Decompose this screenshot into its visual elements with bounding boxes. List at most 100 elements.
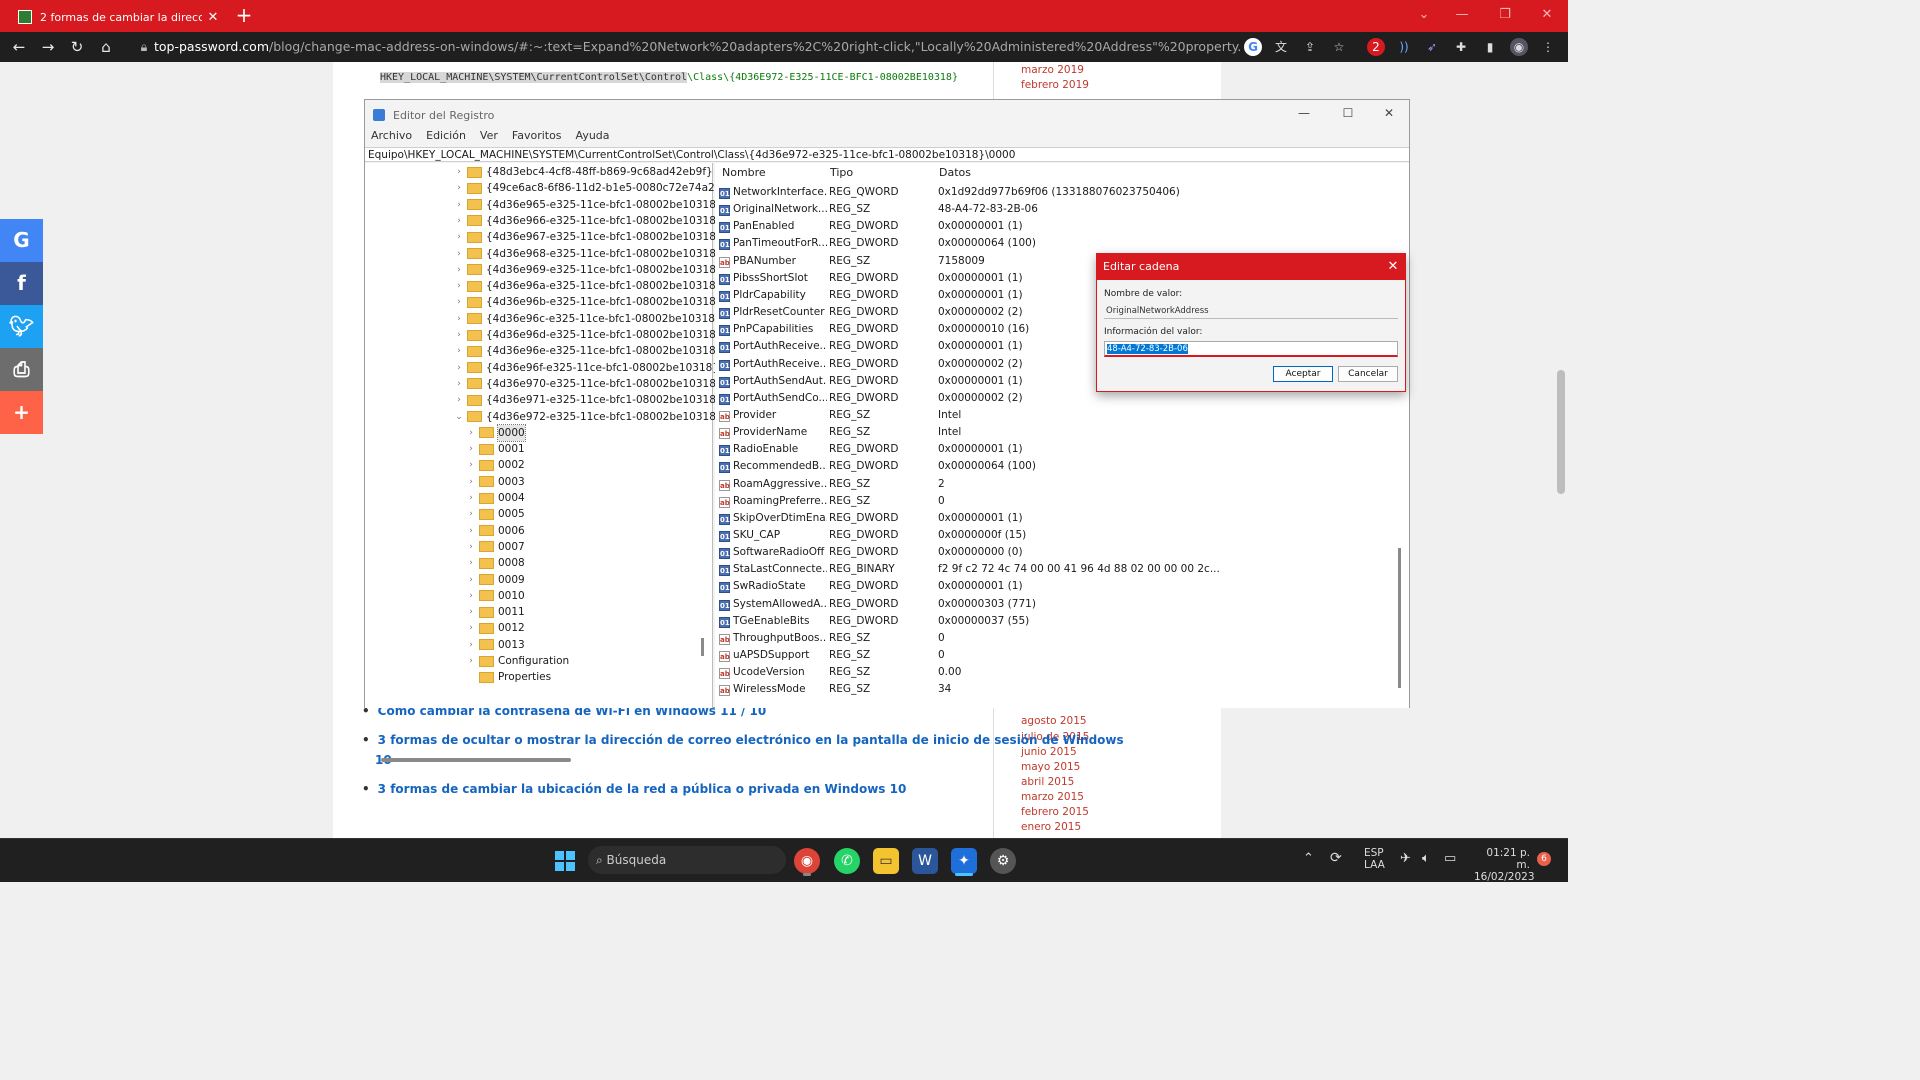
battery-icon[interactable]: ▭ (1444, 851, 1456, 866)
tree-key[interactable]: › {4d36e96d-e325-11ce-bfc1-08002be10318} (453, 327, 722, 343)
tree-subkey[interactable]: › 0011 (465, 604, 525, 620)
tree-subkey-selected[interactable]: › 0000 (465, 423, 526, 442)
registry-value-row[interactable]: 01 PanEnabled REG_DWORD 0x00000001 (1) (719, 218, 1399, 235)
expand-chevron-icon[interactable]: › (453, 213, 465, 229)
registry-value-row[interactable]: 01 TGeEnableBits REG_DWORD 0x00000037 (55) (719, 613, 1399, 630)
registry-value-row[interactable]: 01 SwRadioState REG_DWORD 0x00000001 (1) (719, 578, 1399, 595)
tree-subkey[interactable]: › 0012 (465, 620, 525, 636)
registry-value-row[interactable]: ab Provider REG_SZ Intel (719, 407, 1399, 424)
value-data-field[interactable]: 48-A4-72-83-2B-06 (1104, 341, 1398, 357)
regedit-maximize-button[interactable]: ☐ (1329, 100, 1367, 126)
tree-subkey[interactable]: Properties (465, 669, 551, 685)
registry-value-row[interactable]: 01 OriginalNetwork... REG_SZ 48-A4-72-83-2B… (719, 201, 1399, 218)
show-hidden-icons-chevron-icon[interactable]: ⌃ (1303, 851, 1314, 866)
close-tab-icon[interactable]: ✕ (202, 10, 224, 25)
page-scrollbar-thumb[interactable] (1557, 370, 1565, 494)
minimize-window-button[interactable]: — (1441, 0, 1483, 32)
expand-chevron-icon[interactable]: › (465, 523, 477, 539)
facebook-icon[interactable]: f (0, 262, 43, 305)
tree-key[interactable]: › {4d36e971-e325-11ce-bfc1-08002be10318} (453, 392, 722, 408)
expand-chevron-icon[interactable]: › (453, 229, 465, 245)
archive-link[interactable]: abril 2015 (1021, 776, 1074, 788)
registry-value-row[interactable]: ab RoamAggressive... REG_SZ 2 (719, 476, 1399, 493)
menu-archivo[interactable]: Archivo (371, 129, 412, 142)
expand-chevron-icon[interactable]: › (465, 490, 477, 506)
expand-chevron-icon[interactable]: › (465, 653, 477, 669)
expand-chevron-icon[interactable]: › (453, 180, 465, 196)
expand-chevron-icon[interactable]: › (465, 588, 477, 604)
expand-chevron-icon[interactable]: › (453, 164, 465, 180)
expand-chevron-icon[interactable]: › (453, 392, 465, 408)
registry-value-row[interactable]: 01 SystemAllowedA... REG_DWORD 0x00000303 (… (719, 596, 1399, 613)
twitter-icon[interactable]: 🐦︎ (0, 305, 43, 348)
extension-rocket-icon[interactable]: ➶ (1423, 38, 1441, 56)
expand-chevron-icon[interactable]: › (465, 457, 477, 473)
maximize-window-button[interactable]: ❐ (1484, 0, 1526, 32)
tree-horizontal-scrollbar[interactable] (381, 758, 571, 762)
archive-link[interactable]: marzo 2015 (1021, 791, 1084, 803)
tree-subkey[interactable]: › 0002 (465, 457, 525, 473)
expand-chevron-icon[interactable]: › (453, 262, 465, 278)
expand-chevron-icon[interactable]: › (465, 637, 477, 653)
file-explorer-icon[interactable]: ▭ (873, 848, 899, 874)
registry-tree[interactable]: › {48d3ebc4-4cf8-48ff-b869-9c68ad42eb9f} ›… (365, 163, 723, 762)
close-window-button[interactable]: ✕ (1526, 0, 1568, 32)
tree-key[interactable]: › {4d36e966-e325-11ce-bfc1-08002be10318} (453, 213, 722, 229)
plus-icon[interactable]: + (0, 391, 43, 434)
expand-chevron-icon[interactable]: › (465, 425, 477, 441)
column-header-tipo[interactable]: Tipo (830, 166, 853, 179)
registry-value-row[interactable]: 01 PortAuthSendCo... REG_DWORD 0x00000002 (… (719, 390, 1399, 407)
registry-value-row[interactable]: ab ThroughputBoos... REG_SZ 0 (719, 630, 1399, 647)
side-panel-icon[interactable]: ▮ (1481, 38, 1499, 56)
tree-key[interactable]: › {4d36e969-e325-11ce-bfc1-08002be10318} (453, 262, 722, 278)
regedit-close-button[interactable]: ✕ (1370, 100, 1408, 126)
settings-gear-icon[interactable]: ⚙ (990, 848, 1016, 874)
registry-values-list[interactable]: Nombre Tipo Datos 01 NetworkInterface... R… (715, 163, 1409, 708)
tree-subkey[interactable]: › 0005 (465, 506, 525, 522)
expand-chevron-icon[interactable]: › (453, 246, 465, 262)
accept-button[interactable]: Aceptar (1273, 366, 1333, 382)
google-icon[interactable]: G (0, 219, 43, 262)
archive-link[interactable]: enero 2015 (1021, 821, 1081, 833)
google-lens-icon[interactable]: G (1244, 38, 1262, 56)
registry-value-row[interactable]: 01 RecommendedB... REG_DWORD 0x00000064 (10… (719, 458, 1399, 475)
network-icon[interactable]: ✈ (1400, 851, 1411, 866)
expand-chevron-icon[interactable]: › (465, 539, 477, 555)
registry-address-bar[interactable]: Equipo\HKEY_LOCAL_MACHINE\SYSTEM\Current… (365, 147, 1409, 162)
extension-wave-icon[interactable]: )) (1395, 38, 1413, 56)
regedit-minimize-button[interactable]: — (1285, 100, 1323, 126)
new-tab-button[interactable]: + (232, 4, 256, 28)
language-indicator[interactable]: ESP LAA (1364, 847, 1385, 871)
expand-chevron-icon[interactable]: › (453, 327, 465, 343)
tree-key[interactable]: › {4d36e96c-e325-11ce-bfc1-08002be10318} (453, 311, 721, 327)
expand-chevron-icon[interactable]: › (453, 343, 465, 359)
tree-subkey[interactable]: › 0010 (465, 588, 525, 604)
tree-subkey[interactable]: › 0013 (465, 637, 525, 653)
related-post-link[interactable]: 3 formas de cambiar la ubicación de la r… (362, 782, 907, 796)
tree-subkey[interactable]: › 0003 (465, 474, 525, 490)
windows-start-icon[interactable] (555, 851, 575, 871)
registry-value-row[interactable]: 01 SKU_CAP REG_DWORD 0x0000000f (15) (719, 527, 1399, 544)
tree-subkey[interactable]: › 0009 (465, 572, 525, 588)
expand-chevron-icon[interactable]: › (453, 311, 465, 327)
bookmark-star-icon[interactable]: ☆ (1330, 38, 1348, 56)
browser-tab[interactable]: 2 formas de cambiar la dirección ✕ (8, 2, 224, 32)
registry-value-row[interactable]: 01 StaLastConnecte... REG_BINARY f2 9f c2 7… (719, 561, 1399, 578)
tree-key[interactable]: › {49ce6ac8-6f86-11d2-b1e5-0080c72e74a2} (453, 180, 721, 196)
taskbar-search[interactable]: ⌕ Búsqueda (588, 846, 786, 874)
tree-subkey[interactable]: › Configuration (465, 653, 569, 669)
archive-link[interactable]: junio 2015 (1021, 746, 1077, 758)
menu-edicion[interactable]: Edición (426, 129, 466, 142)
registry-value-row[interactable]: ab RoamingPreferre... REG_SZ 0 (719, 493, 1399, 510)
tree-key[interactable]: › {4d36e970-e325-11ce-bfc1-08002be10318} (453, 376, 722, 392)
tree-key[interactable]: ⌄ {4d36e972-e325-11ce-bfc1-08002be10318} (453, 409, 722, 425)
regedit-taskbar-icon[interactable]: ✦ (951, 848, 977, 874)
archive-link[interactable]: agosto 2015 (1021, 715, 1087, 727)
expand-chevron-icon[interactable]: › (465, 441, 477, 457)
registry-value-row[interactable]: ab WirelessMode REG_SZ 34 (719, 681, 1399, 698)
registry-value-row[interactable]: 01 PanTimeoutForR... REG_DWORD 0x00000064 (… (719, 235, 1399, 252)
browser-menu-icon[interactable]: ⋮ (1539, 38, 1557, 56)
back-icon[interactable]: ← (8, 36, 30, 58)
tree-subkey[interactable]: › 0008 (465, 555, 525, 571)
clock[interactable]: 01:21 p. m. 16/02/2023 (1474, 847, 1535, 883)
